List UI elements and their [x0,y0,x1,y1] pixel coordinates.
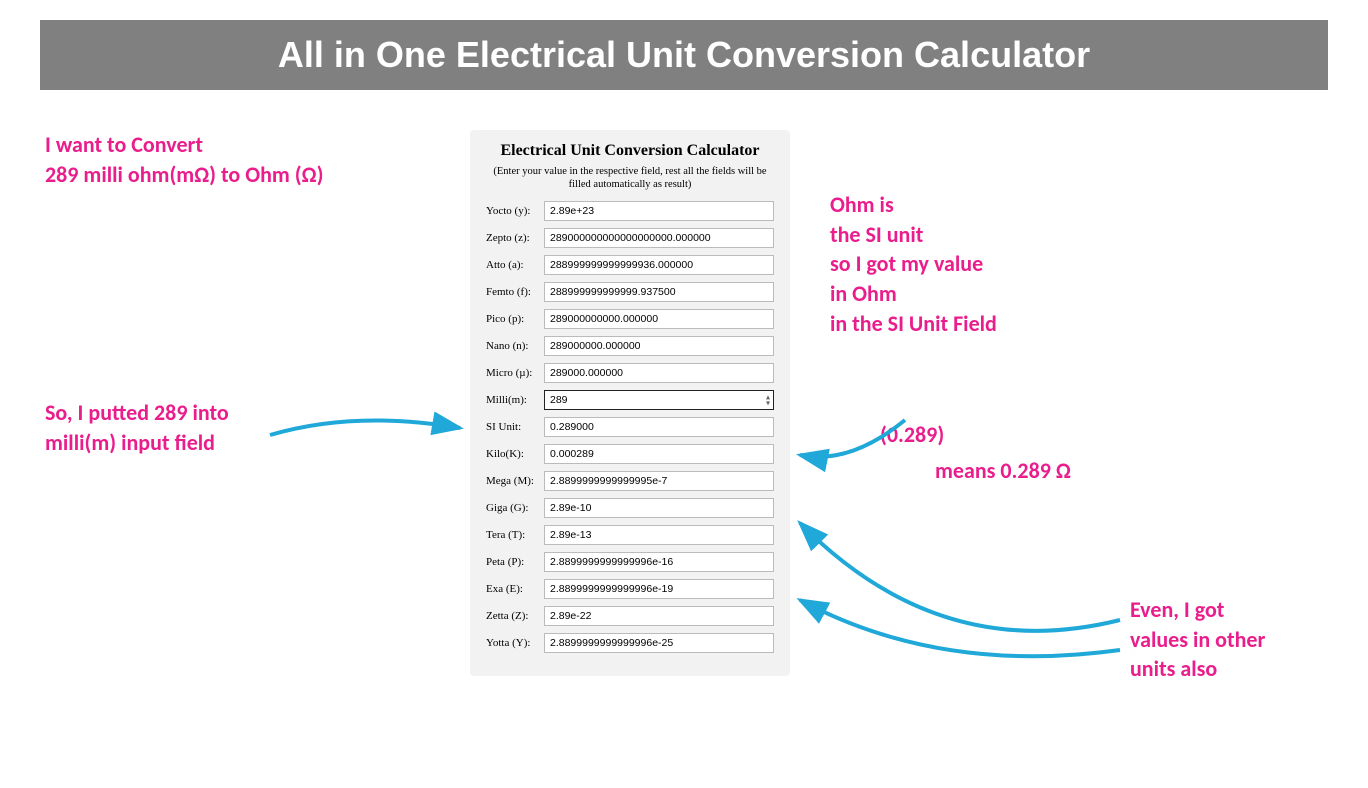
field-giga: Giga (G): [486,498,774,518]
si-unit-input[interactable] [544,417,774,437]
annotation-line: the SI unit [830,221,923,248]
micro-input[interactable] [544,363,774,383]
annotation-si-explanation: Ohm is the SI unit so I got my value in … [830,190,997,338]
field-exa: Exa (E): [486,579,774,599]
field-mega: Mega (M): [486,471,774,491]
exa-input[interactable] [544,579,774,599]
page-title-bar: All in One Electrical Unit Conversion Ca… [40,20,1328,90]
annotation-line: so I got my value [830,250,983,277]
field-label: Pico (p): [486,313,544,325]
zepto-input[interactable] [544,228,774,248]
field-label: SI Unit: [486,421,544,433]
field-kilo: Kilo(K): [486,444,774,464]
annotation-line: 289 milli ohm(mΩ) to Ohm (Ω) [45,161,323,188]
calculator-title: Electrical Unit Conversion Calculator [486,142,774,160]
page-title: All in One Electrical Unit Conversion Ca… [278,34,1090,75]
annotation-line: in Ohm [830,280,897,307]
field-si-unit: SI Unit: [486,417,774,437]
field-milli: Milli(m): ▴▾ [486,390,774,410]
calculator-panel: Electrical Unit Conversion Calculator (E… [470,130,790,676]
field-label: Exa (E): [486,583,544,595]
yotta-input[interactable] [544,633,774,653]
field-label: Giga (G): [486,502,544,514]
field-atto: Atto (a): [486,255,774,275]
annotation-convert-intent: I want to Convert 289 milli ohm(mΩ) to O… [45,130,323,189]
field-label: Nano (n): [486,340,544,352]
annotation-line: values in other [1130,626,1265,653]
tera-input[interactable] [544,525,774,545]
field-label: Zepto (z): [486,232,544,244]
yocto-input[interactable] [544,201,774,221]
arrow-from-si-unit [790,360,920,470]
arrow-to-peta [790,575,1130,695]
atto-input[interactable] [544,255,774,275]
field-peta: Peta (P): [486,552,774,572]
annotation-line: So, I putted 289 into [45,399,229,426]
annotation-line: means 0.289 Ω [935,457,1071,484]
field-femto: Femto (f): [486,282,774,302]
field-label: Tera (T): [486,529,544,541]
annotation-line: I want to Convert [45,131,203,158]
field-label: Kilo(K): [486,448,544,460]
annotation-other-units: Even, I got values in other units also [1130,595,1265,684]
field-micro: Micro (µ): [486,363,774,383]
peta-input[interactable] [544,552,774,572]
annotation-line: in the SI Unit Field [830,310,997,337]
field-yotta: Yotta (Y): [486,633,774,653]
nano-input[interactable] [544,336,774,356]
field-yocto: Yocto (y): [486,201,774,221]
field-label: Yocto (y): [486,205,544,217]
field-zetta: Zetta (Z): [486,606,774,626]
field-label: Atto (a): [486,259,544,271]
field-label: Femto (f): [486,286,544,298]
annotation-line: Even, I got [1130,596,1224,623]
field-label: Yotta (Y): [486,637,544,649]
pico-input[interactable] [544,309,774,329]
field-nano: Nano (n): [486,336,774,356]
field-label: Milli(m): [486,394,544,406]
field-zepto: Zepto (z): [486,228,774,248]
field-label: Peta (P): [486,556,544,568]
arrow-to-milli-input [265,400,475,460]
calculator-subtitle: (Enter your value in the respective fiel… [486,166,774,191]
kilo-input[interactable] [544,444,774,464]
field-label: Zetta (Z): [486,610,544,622]
annotation-line: milli(m) input field [45,429,215,456]
giga-input[interactable] [544,498,774,518]
field-label: Mega (M): [486,475,544,487]
zetta-input[interactable] [544,606,774,626]
field-pico: Pico (p): [486,309,774,329]
annotation-line: Ohm is [830,191,894,218]
field-tera: Tera (T): [486,525,774,545]
milli-input[interactable] [544,390,774,410]
annotation-line: units also [1130,655,1217,682]
annotation-input-action: So, I putted 289 into milli(m) input fie… [45,398,229,457]
field-label: Micro (µ): [486,367,544,379]
mega-input[interactable] [544,471,774,491]
femto-input[interactable] [544,282,774,302]
annotation-result-means: means 0.289 Ω [935,456,1071,486]
